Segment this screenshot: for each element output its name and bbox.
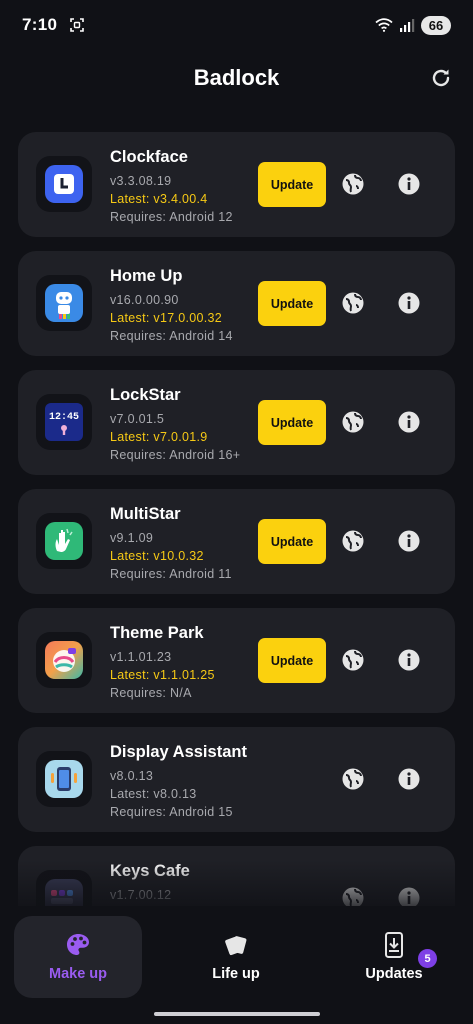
- status-time: 7:10: [22, 15, 58, 34]
- latest-version: Latest: v17.0.00.32: [110, 311, 223, 325]
- status-bar: 7:10 66: [0, 0, 473, 50]
- update-button[interactable]: Update: [258, 162, 326, 207]
- info-icon[interactable]: [397, 529, 421, 553]
- cards-icon: [225, 936, 247, 956]
- refresh-icon[interactable]: [429, 66, 453, 90]
- current-version: v8.0.13: [110, 769, 154, 783]
- app-name: Home Up: [110, 267, 183, 285]
- app-header: Badlock: [0, 56, 473, 100]
- latest-version: Latest: v7.0.01.9: [110, 430, 208, 444]
- globe-icon[interactable]: [341, 172, 365, 196]
- app-info: Keys Cafe v1.7.00.12: [110, 862, 190, 904]
- info-icon[interactable]: [397, 172, 421, 196]
- app-info: Clockface v3.3.08.19 Latest: v3.4.00.4 R…: [110, 148, 233, 226]
- latest-version: Latest: v8.0.13: [110, 787, 197, 801]
- latest-version: Latest: v1.1.01.25: [110, 668, 215, 682]
- status-indicators: 66: [375, 15, 451, 35]
- page-title: Badlock: [193, 65, 280, 90]
- requirements: Requires: Android 14: [110, 329, 233, 343]
- palette-icon: [67, 934, 89, 955]
- current-version: v9.1.09: [110, 531, 154, 545]
- theme-park-icon: [36, 632, 92, 688]
- info-icon[interactable]: [397, 648, 421, 672]
- app-card-theme-park[interactable]: Theme Park v1.1.01.23 Latest: v1.1.01.25…: [18, 608, 455, 713]
- update-button[interactable]: Update: [258, 400, 326, 445]
- info-icon[interactable]: [397, 291, 421, 315]
- download-phone-icon: [385, 932, 403, 958]
- app-card-home-up[interactable]: Home Up v16.0.00.90 Latest: v17.0.00.32 …: [18, 251, 455, 356]
- update-button[interactable]: Update: [258, 519, 326, 564]
- update-button[interactable]: Update: [258, 281, 326, 326]
- app-name: LockStar: [110, 386, 181, 404]
- app-card-lockstar[interactable]: 12:45 LockStar v7.0.01.5 Latest: v7.0.01…: [18, 370, 455, 475]
- home-indicator[interactable]: [154, 1012, 320, 1016]
- nav-label: Make up: [48, 966, 107, 982]
- latest-version: Latest: v10.0.32: [110, 549, 204, 563]
- nav-label: Updates: [365, 966, 423, 982]
- current-version: v3.3.08.19: [110, 174, 172, 188]
- bottom-nav: Make up Life up Updates: [0, 906, 473, 1024]
- update-button[interactable]: Update: [258, 638, 326, 683]
- updates-badge: 5: [418, 949, 437, 968]
- globe-icon[interactable]: [341, 291, 365, 315]
- globe-icon[interactable]: [341, 410, 365, 434]
- screenshot-icon: [70, 18, 85, 32]
- requirements: Requires: Android 15: [110, 805, 233, 819]
- wifi-icon: [375, 18, 393, 32]
- requirements: Requires: Android 12: [110, 210, 233, 224]
- latest-version: Latest: v3.4.00.4: [110, 192, 208, 206]
- requirements: Requires: Android 11: [110, 567, 232, 581]
- display-assistant-icon: [36, 751, 92, 807]
- home-up-icon: [36, 275, 92, 331]
- current-version: v1.7.00.12: [110, 888, 172, 902]
- globe-icon[interactable]: [341, 767, 365, 791]
- clockface-icon: [36, 156, 92, 212]
- info-icon[interactable]: [397, 767, 421, 791]
- app-info: LockStar v7.0.01.5 Latest: v7.0.01.9 Req…: [110, 386, 240, 464]
- app-info: Theme Park v1.1.01.23 Latest: v1.1.01.25…: [110, 624, 215, 702]
- app-name: Clockface: [110, 148, 188, 166]
- battery-indicator: 66: [421, 15, 451, 35]
- current-version: v7.0.01.5: [110, 412, 165, 426]
- nav-life-up[interactable]: Life up: [172, 916, 300, 998]
- current-version: v1.1.01.23: [110, 650, 172, 664]
- globe-icon[interactable]: [341, 648, 365, 672]
- lockstar-icon-text: 12:45: [49, 412, 79, 423]
- nav-updates[interactable]: Updates: [330, 916, 458, 998]
- app-name: Display Assistant: [110, 743, 247, 761]
- current-version: v16.0.00.90: [110, 293, 179, 307]
- app-card-clockface[interactable]: Clockface v3.3.08.19 Latest: v3.4.00.4 R…: [18, 132, 455, 237]
- signal-icon: [400, 19, 415, 32]
- globe-icon[interactable]: [341, 529, 365, 553]
- app-info: Display Assistant v8.0.13 Latest: v8.0.1…: [110, 743, 247, 821]
- app-info: MultiStar v9.1.09 Latest: v10.0.32 Requi…: [110, 505, 232, 583]
- info-icon[interactable]: [397, 410, 421, 434]
- multistar-icon: [36, 513, 92, 569]
- app-card-display-assistant[interactable]: Display Assistant v8.0.13 Latest: v8.0.1…: [18, 727, 455, 832]
- requirements: Requires: Android 16+: [110, 448, 241, 462]
- app-name: MultiStar: [110, 505, 181, 523]
- app-name: Theme Park: [110, 624, 204, 642]
- app-card-multistar[interactable]: MultiStar v9.1.09 Latest: v10.0.32 Requi…: [18, 489, 455, 594]
- requirements: Requires: N/A: [110, 686, 192, 700]
- nav-label: Life up: [212, 966, 260, 982]
- nav-make-up[interactable]: Make up: [14, 916, 142, 998]
- lockstar-icon: 12:45: [36, 394, 92, 450]
- app-info: Home Up v16.0.00.90 Latest: v17.0.00.32 …: [110, 267, 233, 345]
- app-name: Keys Cafe: [110, 862, 190, 880]
